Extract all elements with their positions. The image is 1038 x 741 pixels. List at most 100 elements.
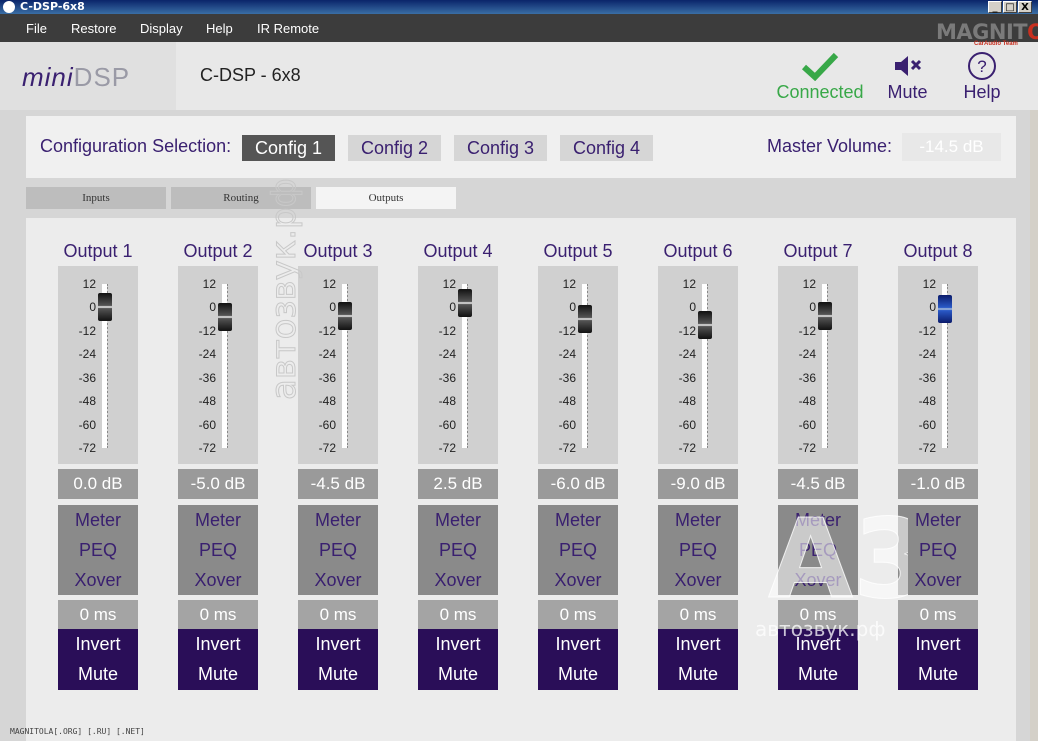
invert-button[interactable]: Invert [298, 629, 378, 659]
meter-button[interactable]: Meter [58, 505, 138, 535]
xover-button[interactable]: Xover [58, 565, 138, 595]
invert-button[interactable]: Invert [658, 629, 738, 659]
delay-field[interactable]: 0 ms [658, 600, 738, 629]
mute-all-button[interactable]: Mute [880, 50, 935, 103]
close-button[interactable]: X [1018, 1, 1032, 13]
minimize-button[interactable]: _ [988, 1, 1002, 13]
channel-mute-button[interactable]: Mute [538, 659, 618, 689]
xover-button[interactable]: Xover [658, 565, 738, 595]
xover-button[interactable]: Xover [298, 565, 378, 595]
gain-value-field[interactable]: 2.5 dB [418, 469, 498, 499]
peq-button[interactable]: PEQ [898, 535, 978, 565]
peq-button[interactable]: PEQ [538, 535, 618, 565]
channel-mute-button[interactable]: Mute [178, 659, 258, 689]
meter-button[interactable]: Meter [178, 505, 258, 535]
invert-mute-group: Invert Mute [898, 629, 978, 690]
menu-display[interactable]: Display [140, 21, 183, 36]
xover-button[interactable]: Xover [538, 565, 618, 595]
channel-mute-button[interactable]: Mute [418, 659, 498, 689]
channel-options: Meter PEQ Xover [898, 505, 978, 595]
gain-value-field[interactable]: -9.0 dB [658, 469, 738, 499]
meter-button[interactable]: Meter [418, 505, 498, 535]
scale-tick: -72 [438, 441, 456, 455]
speaker-mute-icon [880, 50, 935, 82]
menu-ir-remote[interactable]: IR Remote [257, 21, 319, 36]
config-selection-label: Configuration Selection: [40, 136, 232, 156]
gain-value-field[interactable]: -6.0 dB [538, 469, 618, 499]
scale-tick: -48 [318, 394, 336, 409]
delay-field[interactable]: 0 ms [58, 600, 138, 629]
xover-button[interactable]: Xover [418, 565, 498, 595]
invert-button[interactable]: Invert [538, 629, 618, 659]
delay-field[interactable]: 0 ms [418, 600, 498, 629]
help-button[interactable]: ? Help [956, 50, 1008, 103]
channel-mute-button[interactable]: Mute [898, 659, 978, 689]
tab-outputs[interactable]: Outputs [316, 187, 456, 209]
output-title: Output 5 [543, 241, 613, 261]
meter-button[interactable]: Meter [298, 505, 378, 535]
output-title: Output 4 [423, 241, 493, 261]
fader-thumb[interactable] [218, 303, 232, 332]
scale-tick: -48 [438, 394, 456, 409]
delay-field[interactable]: 0 ms [298, 600, 378, 629]
delay-field[interactable]: 0 ms [898, 600, 978, 629]
delay-field[interactable]: 0 ms [178, 600, 258, 629]
fader-thumb[interactable] [338, 302, 352, 331]
scale-tick: 0 [929, 300, 936, 315]
gain-value-field[interactable]: -4.5 dB [298, 469, 378, 499]
app-header: miniDSP C-DSP - 6x8 Connected Mute ? Hel… [0, 42, 1038, 110]
scale-tick: -12 [318, 323, 336, 338]
invert-button[interactable]: Invert [58, 629, 138, 659]
gain-value-field[interactable]: 0.0 dB [58, 469, 138, 499]
invert-button[interactable]: Invert [178, 629, 258, 659]
fader-thumb[interactable] [458, 288, 472, 317]
master-volume-field[interactable]: -14.5 dB [902, 133, 1001, 161]
channel-mute-button[interactable]: Mute [298, 659, 378, 689]
fader-thumb[interactable] [698, 311, 712, 339]
peq-button[interactable]: PEQ [58, 535, 138, 565]
scale-tick: -24 [558, 347, 576, 362]
delay-field[interactable]: 0 ms [538, 600, 618, 629]
scale-tick: -48 [558, 394, 576, 409]
invert-button[interactable]: Invert [898, 629, 978, 659]
config-4-button[interactable]: Config 4 [560, 135, 653, 161]
scale-tick: -72 [558, 441, 576, 455]
meter-button[interactable]: Meter [538, 505, 618, 535]
xover-button[interactable]: Xover [178, 565, 258, 595]
meter-button[interactable]: Meter [898, 505, 978, 535]
invert-button[interactable]: Invert [418, 629, 498, 659]
svg-text:?: ? [977, 57, 986, 76]
scale-tick: -72 [198, 441, 216, 455]
xover-button[interactable]: Xover [898, 565, 978, 595]
channel-mute-button[interactable]: Mute [658, 659, 738, 689]
menu-restore[interactable]: Restore [71, 21, 117, 36]
fader-track[interactable] [702, 284, 707, 448]
peq-button[interactable]: PEQ [298, 535, 378, 565]
gain-value-field[interactable]: -1.0 dB [898, 469, 978, 499]
channel-mute-button[interactable]: Mute [778, 659, 858, 689]
fader-thumb[interactable] [98, 293, 112, 322]
menu-file[interactable]: File [26, 21, 47, 36]
channel-mute-button[interactable]: Mute [58, 659, 138, 689]
peq-button[interactable]: PEQ [658, 535, 738, 565]
scale-tick: 12 [202, 277, 216, 291]
scale-tick: -72 [78, 441, 96, 455]
config-2-button[interactable]: Config 2 [348, 135, 441, 161]
window-border [1030, 110, 1038, 741]
scale-tick: -48 [78, 394, 96, 409]
gain-value-field[interactable]: -4.5 dB [778, 469, 858, 499]
fader-thumb[interactable] [578, 305, 592, 334]
peq-button[interactable]: PEQ [178, 535, 258, 565]
menu-help[interactable]: Help [206, 21, 233, 36]
fader-thumb[interactable] [938, 295, 952, 324]
tab-inputs[interactable]: Inputs [26, 187, 166, 209]
meter-button[interactable]: Meter [658, 505, 738, 535]
gain-fader: 12 0 -12 -24 -36 -48 -60 -72 [418, 266, 498, 464]
gain-value-field[interactable]: -5.0 dB [178, 469, 258, 499]
fader-thumb[interactable] [818, 302, 832, 331]
config-3-button[interactable]: Config 3 [454, 135, 547, 161]
output-title: Output 7 [783, 241, 853, 261]
svg-text:A3: A3 [768, 505, 908, 615]
maximize-button[interactable]: □ [1003, 1, 1017, 13]
peq-button[interactable]: PEQ [418, 535, 498, 565]
